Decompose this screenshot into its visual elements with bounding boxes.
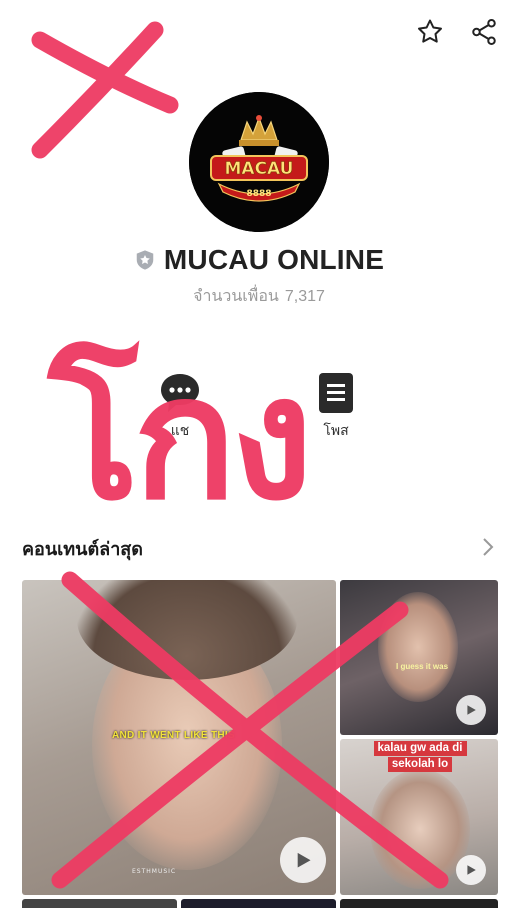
star-icon <box>418 19 442 43</box>
chat-bubble-icon <box>161 374 199 412</box>
latest-content-header[interactable]: คอนเทนต์ล่าสุด <box>22 534 496 563</box>
posts-action[interactable]: โพส <box>316 372 356 442</box>
top-actions <box>414 16 500 48</box>
share-icon <box>472 19 496 45</box>
posts-document-icon <box>319 373 353 413</box>
content-grid: AND IT WENT LIKE THIS ESTHMUSIC I guess … <box>22 580 498 908</box>
favorite-button[interactable] <box>414 16 446 48</box>
caption-line: sekolah lo <box>387 757 453 772</box>
friends-label: จำนวนเพื่อน <box>193 288 279 305</box>
play-icon <box>467 705 476 715</box>
casino-logo: MACAU 8888 <box>189 92 329 232</box>
profile-avatar[interactable]: MACAU 8888 <box>189 92 329 232</box>
video-caption: AND IT WENT LIKE THIS <box>112 730 235 741</box>
play-button[interactable] <box>280 837 326 883</box>
hair-shape <box>77 580 297 680</box>
friends-count: จำนวนเพื่อน 7,317 <box>0 284 518 309</box>
video-tile[interactable]: I guess it was <box>340 580 498 735</box>
section-title: คอนเทนต์ล่าสุด <box>22 539 143 560</box>
video-caption: kalau gw ada di sekolah lo <box>360 741 480 773</box>
svg-text:8888: 8888 <box>246 189 271 199</box>
cross-mark-top <box>31 21 164 159</box>
chevron-right-icon[interactable] <box>480 536 496 562</box>
chat-action[interactable]: แช <box>160 372 200 442</box>
caption-line: kalau gw ada di <box>373 741 467 756</box>
account-name: MUCAU ONLINE <box>163 244 385 275</box>
posts-label: โพส <box>323 423 349 439</box>
share-button[interactable] <box>468 16 500 48</box>
account-title-row: MUCAU ONLINE <box>0 244 518 276</box>
video-tile[interactable] <box>22 899 177 908</box>
verified-shield-icon <box>136 250 154 270</box>
play-icon <box>467 865 476 875</box>
video-tile[interactable] <box>340 899 498 908</box>
play-button[interactable] <box>456 855 486 885</box>
video-tile[interactable] <box>181 899 336 908</box>
play-icon <box>297 852 311 868</box>
friends-count-value: 7,317 <box>284 288 325 305</box>
cross-mark-top <box>31 31 179 114</box>
svg-text:MACAU: MACAU <box>225 159 294 179</box>
video-tile[interactable]: kalau gw ada di sekolah lo <box>340 739 498 895</box>
video-tile[interactable]: AND IT WENT LIKE THIS ESTHMUSIC <box>22 580 336 895</box>
video-watermark: ESTHMUSIC <box>132 868 177 875</box>
video-caption: I guess it was <box>396 662 449 671</box>
play-button[interactable] <box>456 695 486 725</box>
chat-label: แช <box>170 423 190 439</box>
video-thumbnail <box>370 769 470 889</box>
video-thumbnail <box>378 592 458 702</box>
